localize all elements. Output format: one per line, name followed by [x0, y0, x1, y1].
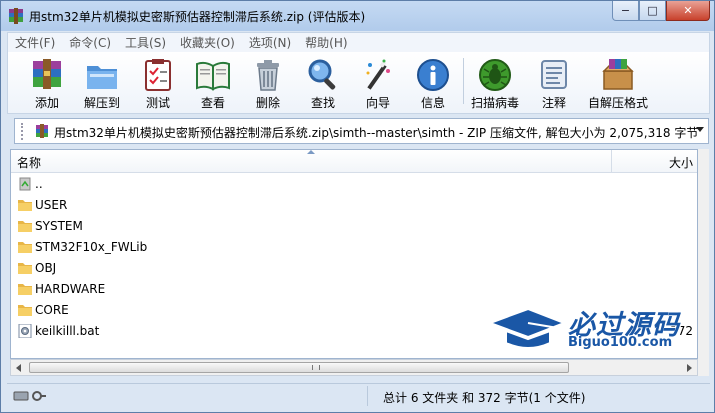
- scroll-left-icon[interactable]: [16, 364, 21, 372]
- menu-options[interactable]: 选项(N): [242, 34, 298, 51]
- winrar-app-icon: [9, 8, 23, 24]
- file-name: OBJ: [35, 261, 57, 275]
- status-bar: 总计 6 文件夹 和 372 字节(1 个文件): [7, 383, 710, 408]
- file-name: ..: [35, 177, 43, 191]
- list-item-folder[interactable]: OBJ: [11, 258, 697, 279]
- status-divider: [367, 386, 368, 406]
- file-name: HARDWARE: [35, 282, 106, 296]
- list-item-folder[interactable]: USER: [11, 195, 697, 216]
- file-name: keilkilll.bat: [35, 324, 100, 338]
- extract-to-button[interactable]: 解压到: [79, 52, 125, 112]
- scroll-thumb[interactable]: [29, 362, 569, 373]
- folder-icon: [18, 242, 32, 253]
- app-window: 用stm32单片机模拟史密斯预估器控制滞后系统.zip (评估版本) − □ ✕…: [0, 0, 715, 413]
- window-title: 用stm32单片机模拟史密斯预估器控制滞后系统.zip (评估版本): [29, 10, 366, 24]
- list-item-up[interactable]: ..: [11, 174, 697, 195]
- info-icon: [417, 59, 449, 91]
- menu-tools[interactable]: 工具(S): [118, 34, 173, 51]
- menu-help[interactable]: 帮助(H): [298, 34, 354, 51]
- virus-scan-icon: [479, 59, 511, 91]
- toolbar: 添加 解压到 测试 查看 删除 查找 向导 信息 扫描病毒 注释 自解压格式: [7, 52, 710, 114]
- wizard-wand-icon: [366, 59, 390, 90]
- sort-arrow-icon: [307, 150, 315, 154]
- view-book-icon: [196, 61, 230, 91]
- menu-file[interactable]: 文件(F): [8, 34, 62, 51]
- virus-scan-button[interactable]: 扫描病毒: [471, 52, 519, 112]
- maximize-button[interactable]: □: [639, 1, 666, 21]
- folder-icon: [18, 221, 32, 232]
- column-size[interactable]: 大小: [669, 154, 693, 171]
- add-button[interactable]: 添加: [24, 52, 70, 112]
- parent-folder-icon: [19, 177, 31, 191]
- address-path: 用stm32单片机模拟史密斯预估器控制滞后系统.zip\simth--maste…: [54, 126, 699, 140]
- graduation-cap-icon: [488, 307, 566, 349]
- comment-label: 注释: [541, 96, 566, 110]
- drive-key-icon[interactable]: [13, 389, 47, 403]
- file-name: SYSTEM: [35, 219, 83, 233]
- find-button[interactable]: 查找: [300, 52, 346, 112]
- folder-icon: [18, 305, 32, 316]
- watermark-text-en: Biguo100.com: [568, 335, 673, 350]
- file-name: CORE: [35, 303, 69, 317]
- comment-button[interactable]: 注释: [531, 52, 577, 112]
- list-item-folder[interactable]: SYSTEM: [11, 216, 697, 237]
- address-grip: [21, 123, 27, 140]
- batch-file-icon: [18, 324, 32, 338]
- magnifier-icon: [308, 59, 336, 90]
- info-button[interactable]: 信息: [410, 52, 456, 112]
- status-summary: 总计 6 文件夹 和 372 字节(1 个文件): [383, 391, 586, 405]
- file-name: STM32F10x_FWLib: [35, 240, 148, 254]
- test-archive-icon: [145, 59, 171, 91]
- archive-icon: [36, 124, 48, 138]
- add-archive-icon: [33, 59, 61, 89]
- comment-icon: [541, 60, 567, 89]
- column-divider[interactable]: [611, 150, 612, 172]
- delete-button[interactable]: 删除: [245, 52, 291, 112]
- extract-to-icon: [87, 66, 117, 89]
- menu-commands[interactable]: 命令(C): [62, 34, 118, 51]
- trash-icon: [257, 60, 279, 91]
- file-name: USER: [35, 198, 68, 212]
- folder-icon: [18, 200, 32, 211]
- scroll-right-icon[interactable]: [687, 364, 692, 372]
- horizontal-scrollbar[interactable]: [10, 359, 698, 376]
- sfx-box-icon: [602, 59, 634, 90]
- watermark-logo: 必过源码 Biguo100.com: [488, 301, 698, 359]
- info-label: 信息: [420, 96, 445, 110]
- vertical-scrollbar[interactable]: [698, 149, 709, 376]
- scroll-grip-icon: [312, 365, 320, 370]
- folder-icon: [18, 284, 32, 295]
- sfx-button[interactable]: 自解压格式: [588, 52, 648, 112]
- window-controls: − □ ✕: [612, 1, 710, 22]
- test-button[interactable]: 测试: [135, 52, 181, 112]
- chevron-down-icon[interactable]: [696, 127, 704, 132]
- column-name[interactable]: 名称: [17, 154, 41, 171]
- wizard-button[interactable]: 向导: [355, 52, 401, 112]
- minimize-button[interactable]: −: [612, 1, 639, 21]
- virus-scan-label: 扫描病毒: [470, 96, 519, 110]
- column-header: 名称 大小: [11, 150, 697, 173]
- title-bar[interactable]: 用stm32单片机模拟史密斯预估器控制滞后系统.zip (评估版本) − □ ✕: [1, 1, 714, 31]
- folder-icon: [18, 263, 32, 274]
- menu-bar: 文件(F) 命令(C) 工具(S) 收藏夹(O) 选项(N) 帮助(H): [7, 32, 710, 53]
- close-button[interactable]: ✕: [666, 1, 710, 21]
- list-item-folder[interactable]: STM32F10x_FWLib: [11, 237, 697, 258]
- list-item-folder[interactable]: HARDWARE: [11, 279, 697, 300]
- view-button[interactable]: 查看: [190, 52, 236, 112]
- address-bar[interactable]: 用stm32单片机模拟史密斯预估器控制滞后系统.zip\simth--maste…: [14, 118, 709, 144]
- menu-favorites[interactable]: 收藏夹(O): [173, 34, 242, 51]
- sfx-label: 自解压格式: [587, 96, 648, 110]
